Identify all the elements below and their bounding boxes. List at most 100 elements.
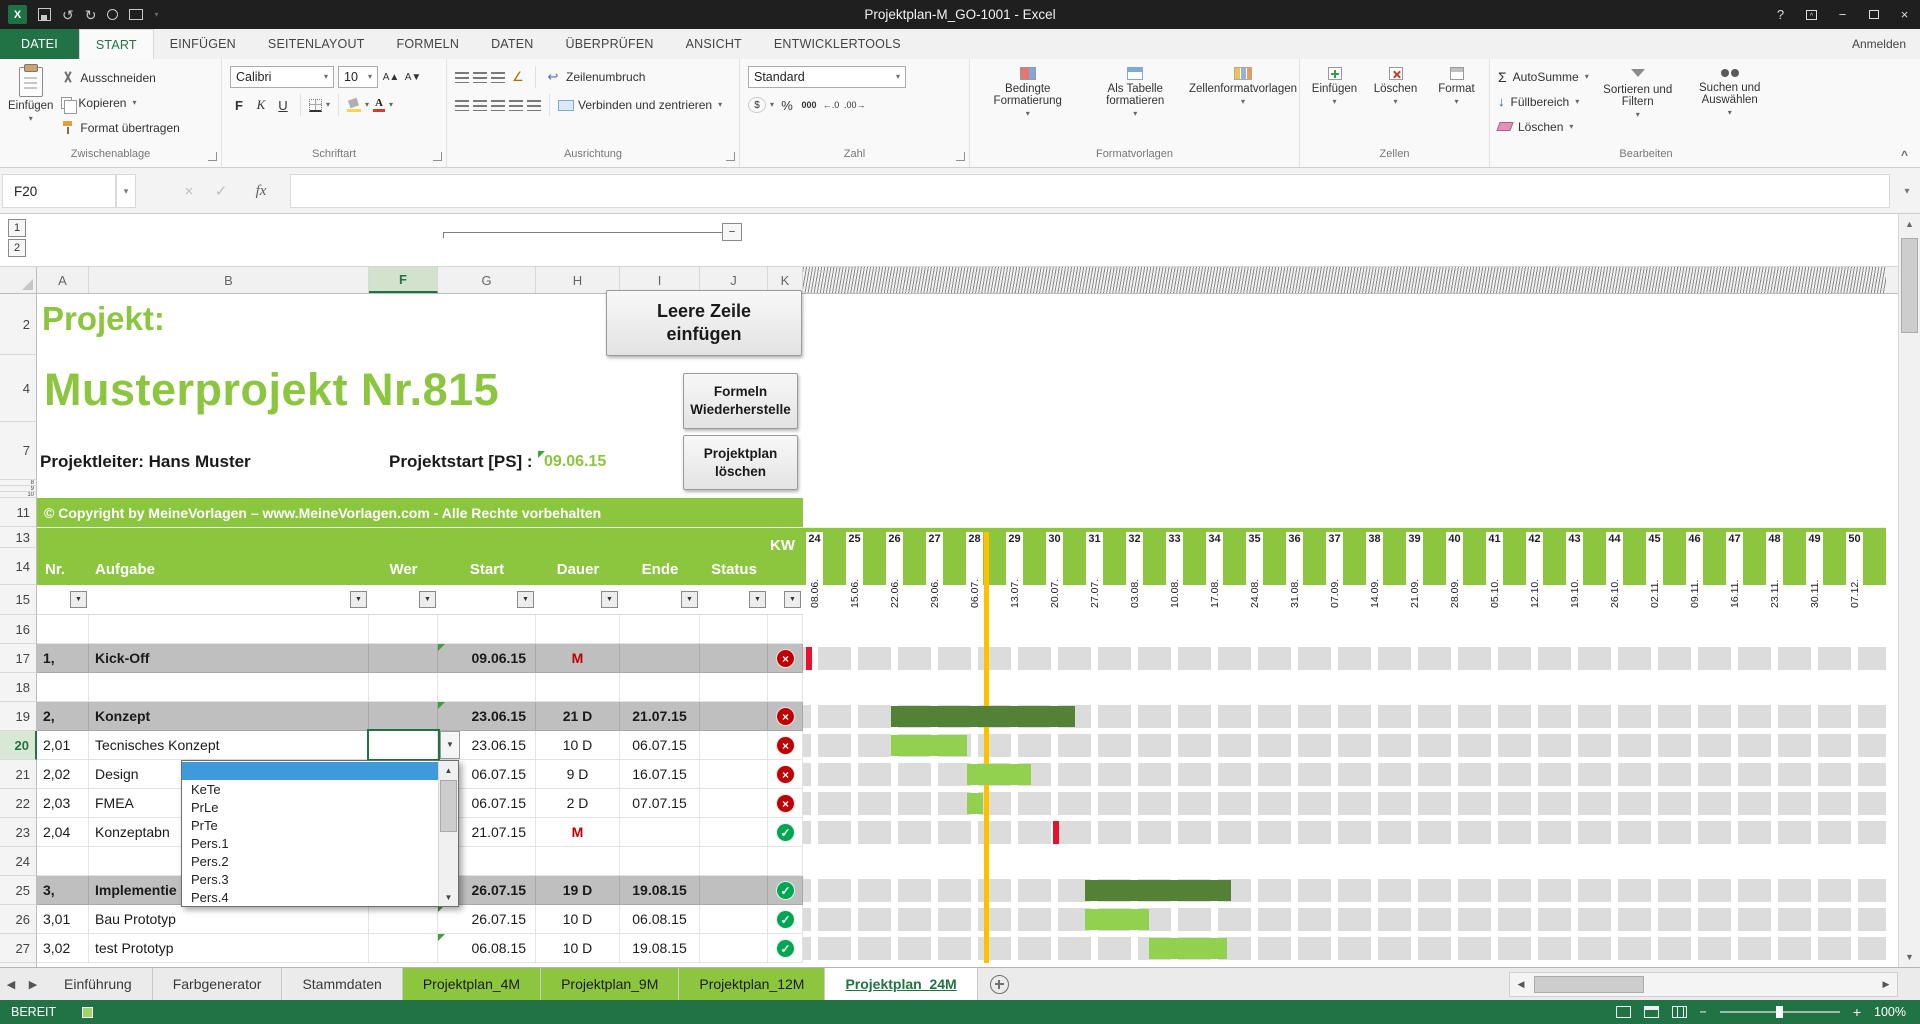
dialog-launcher-clipboard[interactable] [208,152,217,161]
column-header-A[interactable]: A [37,267,89,293]
cell-H18[interactable] [536,673,620,702]
cell-I19[interactable]: 21.07.15 [620,702,700,731]
row-header-15[interactable]: 15 [0,585,37,615]
row-header-2[interactable]: 2 [0,294,37,355]
format-painter-button[interactable]: Format übertragen [61,117,179,138]
zoom-out-icon[interactable]: − [1700,1005,1707,1019]
cell-A17[interactable]: 1, [37,644,89,673]
align-center-icon[interactable] [473,100,487,111]
ribbon-tab-ansicht[interactable]: ANSICHT [670,29,758,59]
cell-J18[interactable] [700,673,768,702]
help-button[interactable]: ? [1765,0,1796,29]
decrease-indent-icon[interactable] [509,100,523,111]
close-button[interactable]: × [1889,0,1920,29]
cell-J25[interactable] [700,876,768,905]
cell-I26[interactable]: 06.08.15 [620,905,700,934]
cell-J27[interactable] [700,934,768,963]
cell-J20[interactable] [700,731,768,760]
cell-G27[interactable]: 06.08.15 [438,934,536,963]
zoom-slider-thumb[interactable] [1776,1006,1783,1018]
sheet-tab-projektplan-9m[interactable]: Projektplan_9M [541,968,679,1000]
zoom-slider[interactable] [1720,1011,1840,1013]
currency-button[interactable]: $ [748,97,766,113]
sheet-tab-projektplan-24m[interactable]: Projektplan_24M [825,968,977,1000]
cell-I18[interactable] [620,673,700,702]
select-all-corner[interactable] [0,267,37,293]
cell-F19[interactable] [369,702,438,731]
cell-F17[interactable] [369,644,438,673]
cell-F16[interactable] [369,615,438,644]
font-size-select[interactable]: 10▾ [338,66,378,88]
maximize-button[interactable] [1858,0,1889,29]
cell-H23[interactable]: M [536,818,620,847]
cell-I16[interactable] [620,615,700,644]
cell-A16[interactable] [37,615,89,644]
who-option-pers-4[interactable]: Pers.4 [182,888,438,906]
vertical-scrollbar[interactable]: ▲ ▼ [1898,214,1920,967]
who-option-pers-2[interactable]: Pers.2 [182,852,438,870]
cell-G19[interactable]: 23.06.15 [438,702,536,731]
format-cells-button[interactable]: Format ▾ [1430,64,1483,148]
cell-H26[interactable]: 10 D [536,905,620,934]
scroll-up-icon[interactable]: ▲ [1899,214,1920,234]
underline-button[interactable]: U [274,95,292,115]
cell-A26[interactable]: 3,01 [37,905,89,934]
delete-cells-button[interactable]: Löschen ▾ [1369,64,1422,148]
redo-icon[interactable]: ↻ [85,8,97,22]
decrease-decimal-button[interactable]: .00→ [844,95,866,115]
page-break-view-icon[interactable] [1672,1006,1687,1018]
ribbon-tab-einfügen[interactable]: EINFÜGEN [154,29,252,59]
cell-H22[interactable]: 2 D [536,789,620,818]
cell-H20[interactable]: 10 D [536,731,620,760]
cell-J21[interactable] [700,760,768,789]
name-box[interactable]: F20 [2,174,116,208]
cut-button[interactable]: Ausschneiden [61,67,179,88]
cell-F18[interactable] [369,673,438,702]
sheet-tab-projektplan-12m[interactable]: Projektplan_12M [679,968,825,1000]
wrap-text-button[interactable]: Zeilenumbruch [566,67,645,88]
scroll-right-icon[interactable]: ▶ [1875,979,1897,990]
cell-F26[interactable] [369,905,438,934]
row-header-11[interactable]: 11 [0,498,37,527]
page-layout-view-icon[interactable] [1644,1006,1659,1018]
minimize-button[interactable]: − [1827,0,1858,29]
paste-button[interactable]: Einfügen ▾ [8,64,53,148]
row-header-21[interactable]: 21 [0,760,37,789]
cell-A23[interactable]: 2,04 [37,818,89,847]
ribbon-tab-entwicklertools[interactable]: ENTWICKLERTOOLS [758,29,917,59]
row-header-18[interactable]: 18 [0,673,37,702]
touch-mode-icon[interactable] [107,9,118,20]
cell-J22[interactable] [700,789,768,818]
ribbon-tab-daten[interactable]: DATEN [475,29,549,59]
row-header-25[interactable]: 25 [0,876,37,905]
cell-A21[interactable]: 2,02 [37,760,89,789]
vertical-scroll-thumb[interactable] [1901,238,1918,333]
row-header-22[interactable]: 22 [0,789,37,818]
row-header-27[interactable]: 27 [0,934,37,963]
who-option-prle[interactable]: PrLe [182,798,438,816]
cell-A24[interactable] [37,847,89,876]
cell-I23[interactable] [620,818,700,847]
cell-K18[interactable] [768,673,803,702]
cell-I27[interactable]: 19.08.15 [620,934,700,963]
filter-button-H[interactable]: ▼ [601,591,618,608]
normal-view-icon[interactable] [1616,1006,1631,1018]
zoom-in-icon[interactable]: + [1853,1004,1861,1020]
font-name-select[interactable]: Calibri▾ [230,66,334,88]
cell-K16[interactable] [768,615,803,644]
row-header-20[interactable]: 20 [0,731,37,760]
cell-A22[interactable]: 2,03 [37,789,89,818]
align-right-icon[interactable] [491,100,505,111]
row-header-4[interactable]: 4 [0,355,37,422]
cell-I25[interactable]: 19.08.15 [620,876,700,905]
cell-styles-button[interactable]: Zellenformatvorlagen ▾ [1193,64,1293,148]
row-header-26[interactable]: 26 [0,905,37,934]
scroll-left-icon[interactable]: ◀ [1510,979,1532,990]
sign-in-link[interactable]: Anmelden [1852,29,1906,59]
filter-button-B[interactable]: ▼ [350,591,367,608]
copy-button[interactable]: Kopieren▾ [61,92,179,113]
row-header-19[interactable]: 19 [0,702,37,731]
who-option-pers-3[interactable]: Pers.3 [182,870,438,888]
dialog-launcher-font[interactable] [433,152,442,161]
format-as-table-button[interactable]: Als Tabelle formatieren ▾ [1086,64,1186,148]
